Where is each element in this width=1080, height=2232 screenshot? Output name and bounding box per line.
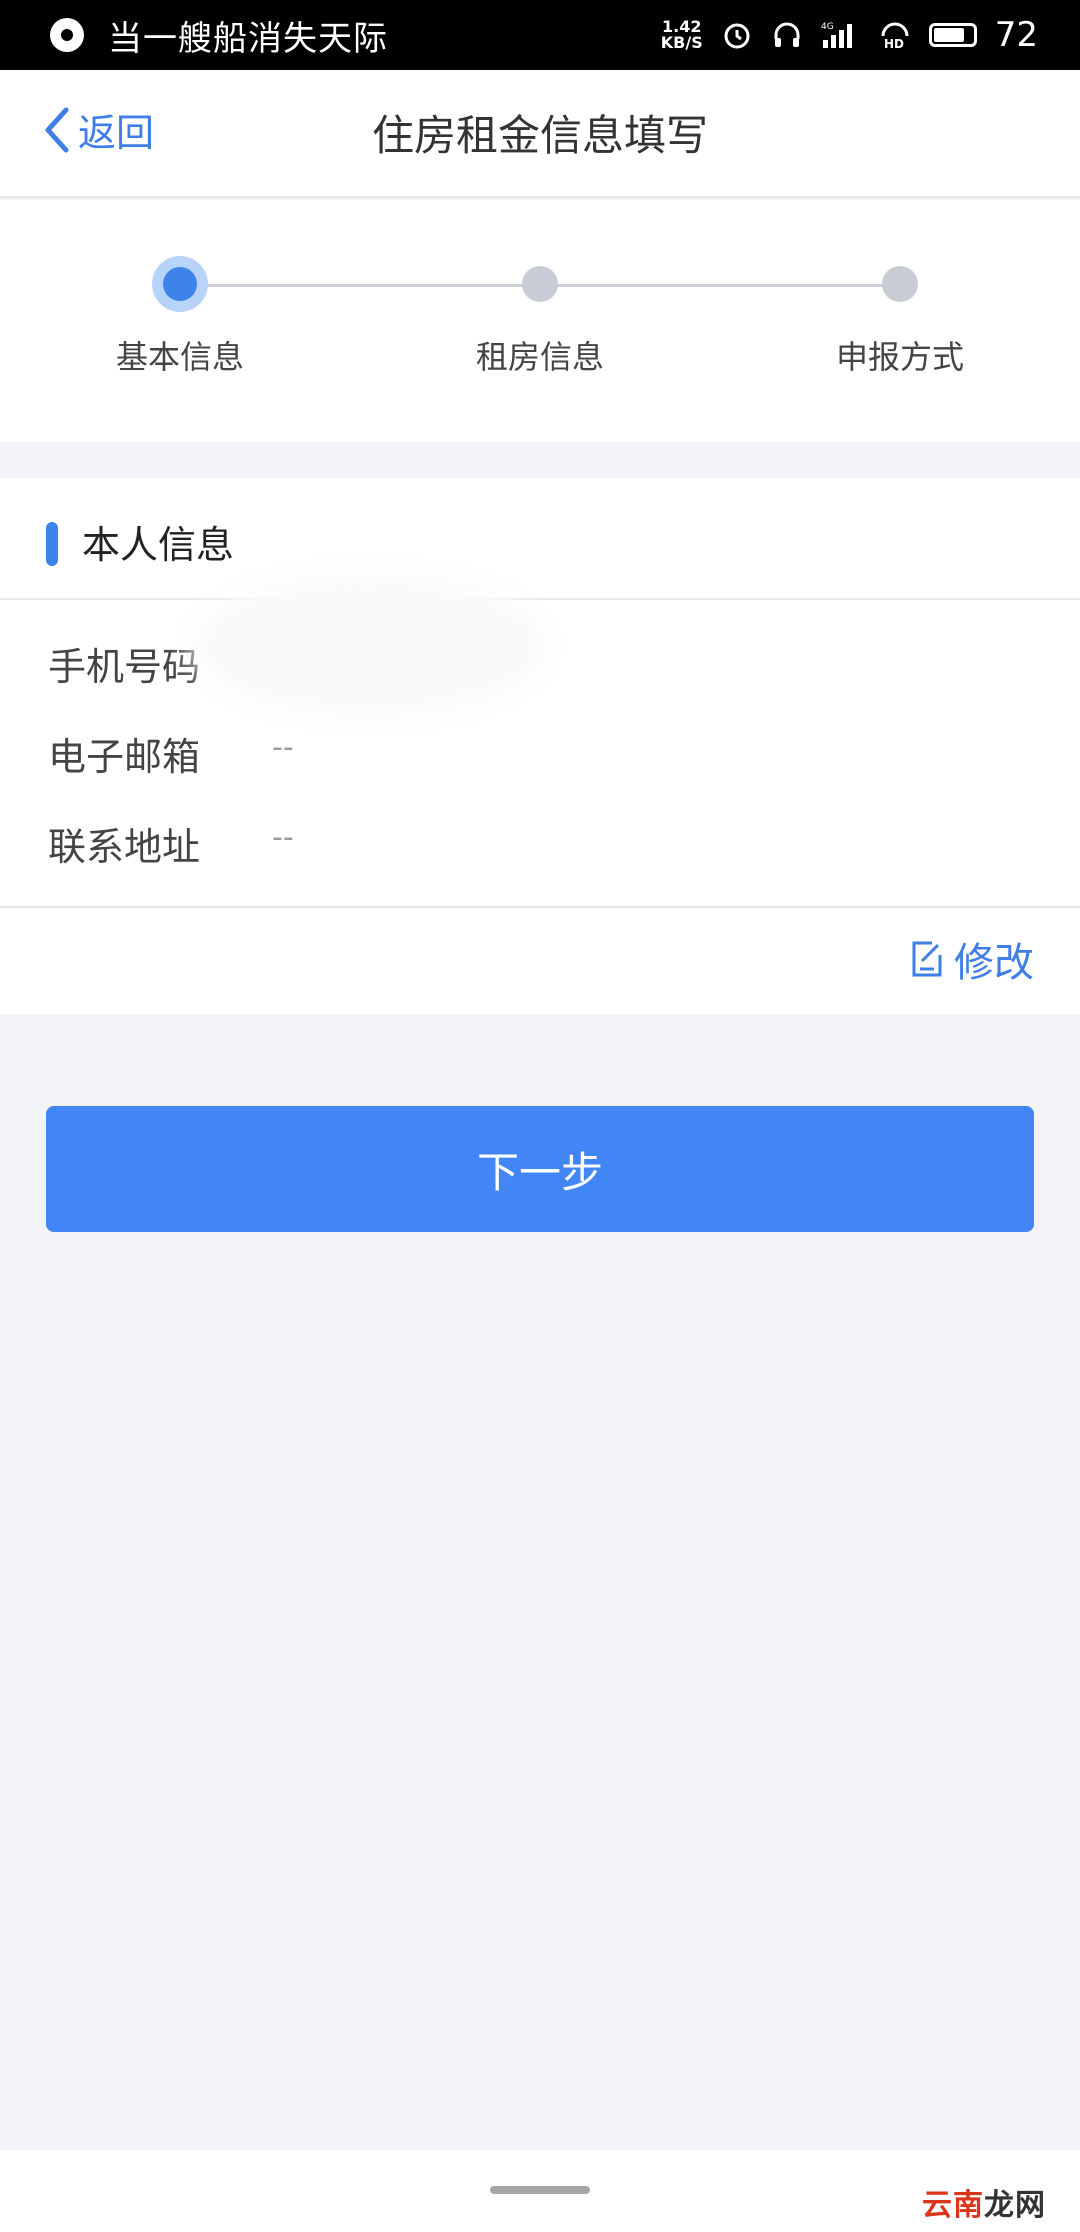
hd-voice-icon: HD [879, 20, 911, 50]
battery-level: 72 [994, 15, 1038, 55]
home-indicator[interactable] [490, 2186, 590, 2194]
email-value: -- [272, 730, 294, 765]
email-label: 电子邮箱 [48, 735, 201, 779]
step-3-label: 申报方式 [835, 338, 964, 376]
card-divider [0, 906, 1080, 908]
step-2-label: 租房信息 [475, 338, 604, 376]
battery-icon [928, 23, 977, 47]
step-2-dot [522, 266, 558, 302]
section-title: 本人信息 [82, 523, 235, 567]
edit-button[interactable]: 修改 [910, 930, 1034, 988]
status-left: 当一艘船消失天际 [50, 11, 388, 60]
next-step-button[interactable]: 下一步 [46, 1106, 1034, 1232]
personal-info-card: 本人信息 手机号码 电子邮箱 -- 联系地址 -- 修改 [0, 478, 1080, 1014]
step-1-label: 基本信息 [115, 338, 244, 376]
hd-label: HD [884, 37, 904, 50]
now-playing-text: 当一艘船消失天际 [108, 18, 388, 59]
phone-label: 手机号码 [48, 645, 201, 689]
signal-icon: 4G [821, 20, 861, 50]
bottom-bar: 云南龙网 [0, 2150, 1080, 2232]
network-speed: 1.42 KB/S [661, 19, 703, 51]
step-1-dot [152, 256, 208, 312]
network-speed-unit: KB/S [660, 33, 703, 52]
music-app-icon [50, 18, 84, 52]
watermark-part-2: 龙网 [984, 2188, 1046, 2223]
page-title: 住房租金信息填写 [371, 111, 708, 160]
section-marker [46, 522, 58, 566]
info-row-email: 电子邮箱 -- [48, 726, 1032, 786]
watermark: 云南龙网 [922, 2180, 1046, 2224]
step-connector [180, 284, 540, 287]
step-connector [540, 284, 900, 287]
watermark-part-1: 云南 [922, 2188, 984, 2223]
address-value: -- [272, 820, 294, 855]
status-right: 1.42 KB/S 4G HD 72 [661, 15, 1038, 55]
step-3-dot [882, 266, 918, 302]
edit-button-label: 修改 [954, 940, 1034, 986]
step-progress: 基本信息 租房信息 申报方式 [0, 200, 1080, 442]
headphones-icon [771, 19, 803, 51]
address-label: 联系地址 [48, 825, 201, 869]
network-type-label: 4G [821, 22, 834, 32]
privacy-blur [190, 570, 550, 720]
info-row-address: 联系地址 -- [48, 816, 1032, 876]
card-header: 本人信息 [0, 478, 1080, 600]
edit-icon [912, 941, 942, 977]
alarm-icon [721, 19, 753, 51]
nav-bar: 返回 住房租金信息填写 [0, 70, 1080, 198]
status-bar: 当一艘船消失天际 1.42 KB/S 4G HD 72 [0, 0, 1080, 70]
